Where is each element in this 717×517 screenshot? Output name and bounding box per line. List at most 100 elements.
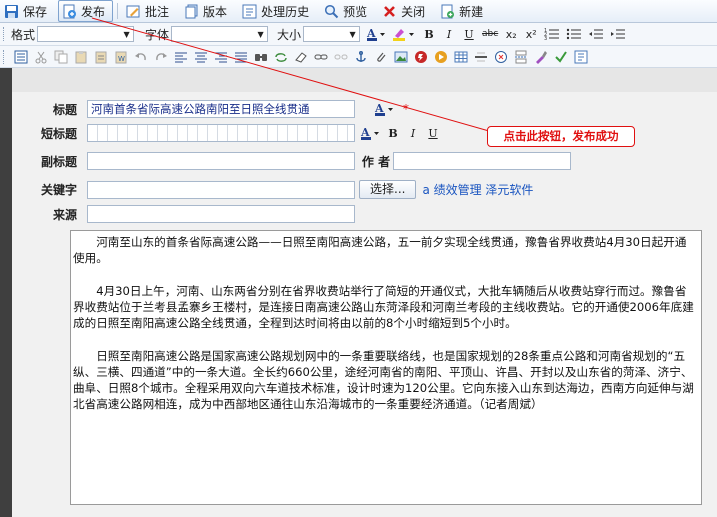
link-icon[interactable] [314, 50, 328, 64]
attachment-icon[interactable] [374, 50, 388, 64]
template-icon[interactable] [574, 50, 588, 64]
special-char-icon[interactable] [494, 50, 508, 64]
paste-icon[interactable] [74, 50, 88, 64]
save-button[interactable]: 保存 [0, 0, 55, 22]
subtitle-input[interactable] [87, 152, 355, 170]
highlight-color-button[interactable] [389, 26, 419, 42]
short-title-row: 短标题 A B I U [12, 124, 443, 142]
size-label: 大小 [277, 27, 302, 42]
format-label: 格式 [11, 27, 36, 42]
subscript-button[interactable]: x₂ [501, 26, 521, 42]
align-left-icon[interactable] [174, 50, 188, 64]
source-icon[interactable] [14, 50, 28, 64]
format-brush-icon[interactable] [534, 50, 548, 64]
short-title-underline-button[interactable]: U [423, 125, 443, 141]
find-icon[interactable] [254, 50, 268, 64]
font-color-icon: A [360, 126, 379, 140]
save-label: 保存 [23, 4, 48, 19]
strikethrough-button[interactable]: abc [479, 26, 501, 42]
bold-button[interactable]: B [419, 26, 439, 42]
short-title-bold-button[interactable]: B [383, 125, 403, 141]
font-color-button[interactable]: A [363, 26, 389, 42]
paste-word-icon[interactable]: W [114, 50, 128, 64]
article-body-editor[interactable]: 河南至山东的首条省际高速公路——日照至南阳高速公路，五一前夕实现全线贯通，豫鲁省… [70, 230, 702, 505]
publish-success-callout: 点击此按钮，发布成功 [487, 126, 635, 147]
publish-icon [62, 4, 77, 19]
source-label: 来源 [52, 207, 77, 222]
short-title-input[interactable] [87, 124, 355, 142]
indent-button[interactable] [607, 26, 629, 42]
workspace-header-band [12, 68, 717, 92]
subtitle-label: 副标题 [40, 154, 77, 169]
history-button[interactable]: 处理历史 [238, 0, 317, 22]
author-input[interactable] [393, 152, 571, 170]
image-icon[interactable] [394, 50, 408, 64]
italic-button[interactable]: I [439, 26, 459, 42]
article-paragraph: 日照至南阳高速公路是国家高速公路规划网中的一条重要联络线，也是国家规划的28条重… [73, 349, 694, 411]
unordered-list-button[interactable] [563, 26, 585, 42]
close-button[interactable]: 关闭 [378, 0, 433, 22]
annotate-icon [126, 4, 141, 19]
flash-icon[interactable] [414, 50, 428, 64]
font-select[interactable]: ▼ [171, 26, 269, 42]
keywords-label: 关键字 [40, 183, 77, 197]
underline-button[interactable]: U [459, 26, 479, 42]
font-label: 字体 [145, 27, 170, 42]
editor-icon-toolbar: W [0, 46, 717, 68]
svg-text:W: W [118, 55, 125, 63]
new-button[interactable]: 新建 [436, 0, 491, 22]
title-label: 标题 [52, 102, 77, 117]
short-title-italic-button[interactable]: I [403, 125, 423, 141]
align-right-icon[interactable] [214, 50, 228, 64]
keywords-input[interactable] [87, 180, 355, 199]
copy-icon[interactable] [54, 50, 68, 64]
history-icon [242, 4, 257, 19]
size-select[interactable]: ▼ [303, 26, 361, 42]
keyword-select-button[interactable]: 选择... [359, 180, 417, 199]
keyword-links[interactable]: a 绩效管理 泽元软件 [422, 181, 533, 198]
undo-icon[interactable] [134, 50, 148, 64]
cut-icon[interactable] [34, 50, 48, 64]
chevron-down-icon: ▼ [123, 29, 130, 39]
publish-button[interactable]: 发布 [58, 0, 114, 22]
align-center-icon[interactable] [194, 50, 208, 64]
keywords-row: 关键字 选择... a 绩效管理 泽元软件 [12, 180, 533, 199]
replace-icon[interactable] [274, 50, 288, 64]
ordered-list-icon: 123 [544, 28, 560, 41]
short-title-color-button[interactable]: A [357, 125, 383, 141]
left-frame-border [0, 68, 12, 517]
ordered-list-button[interactable]: 123 [541, 26, 563, 42]
version-button[interactable]: 版本 [180, 0, 235, 22]
table-icon[interactable] [454, 50, 468, 64]
toolbar-grip [3, 27, 7, 41]
paste-text-icon[interactable] [94, 50, 108, 64]
eraser-icon[interactable] [294, 50, 308, 64]
align-justify-icon[interactable] [234, 50, 248, 64]
title-input[interactable]: 河南首条省际高速公路南阳至日照全线贯通 [87, 100, 355, 118]
anchor-icon[interactable] [354, 50, 368, 64]
title-color-button[interactable]: A [371, 101, 397, 117]
horizontal-rule-icon[interactable] [474, 50, 488, 64]
indent-icon [611, 29, 626, 39]
format-select[interactable]: ▼ [37, 26, 135, 42]
source-row: 来源 [12, 205, 355, 223]
annotate-button[interactable]: 批注 [122, 0, 177, 22]
check-icon[interactable] [554, 50, 568, 64]
media-icon[interactable] [434, 50, 448, 64]
close-icon [382, 4, 397, 19]
outdent-button[interactable] [585, 26, 607, 42]
short-title-label: 短标题 [40, 126, 77, 141]
superscript-button[interactable]: x² [521, 26, 541, 42]
bullet-list-icon [567, 28, 582, 40]
source-input[interactable] [87, 205, 355, 223]
underline-label: U [428, 126, 438, 140]
history-label: 处理历史 [261, 4, 310, 19]
unlink-icon[interactable] [334, 50, 348, 64]
subtitle-row: 副标题 作 者 [12, 152, 571, 170]
redo-icon[interactable] [154, 50, 168, 64]
magnifier-icon [324, 4, 339, 19]
new-document-icon [440, 4, 455, 19]
author-label: 作 者 [361, 154, 391, 169]
preview-button[interactable]: 预览 [320, 0, 375, 22]
page-break-icon[interactable] [514, 50, 528, 64]
